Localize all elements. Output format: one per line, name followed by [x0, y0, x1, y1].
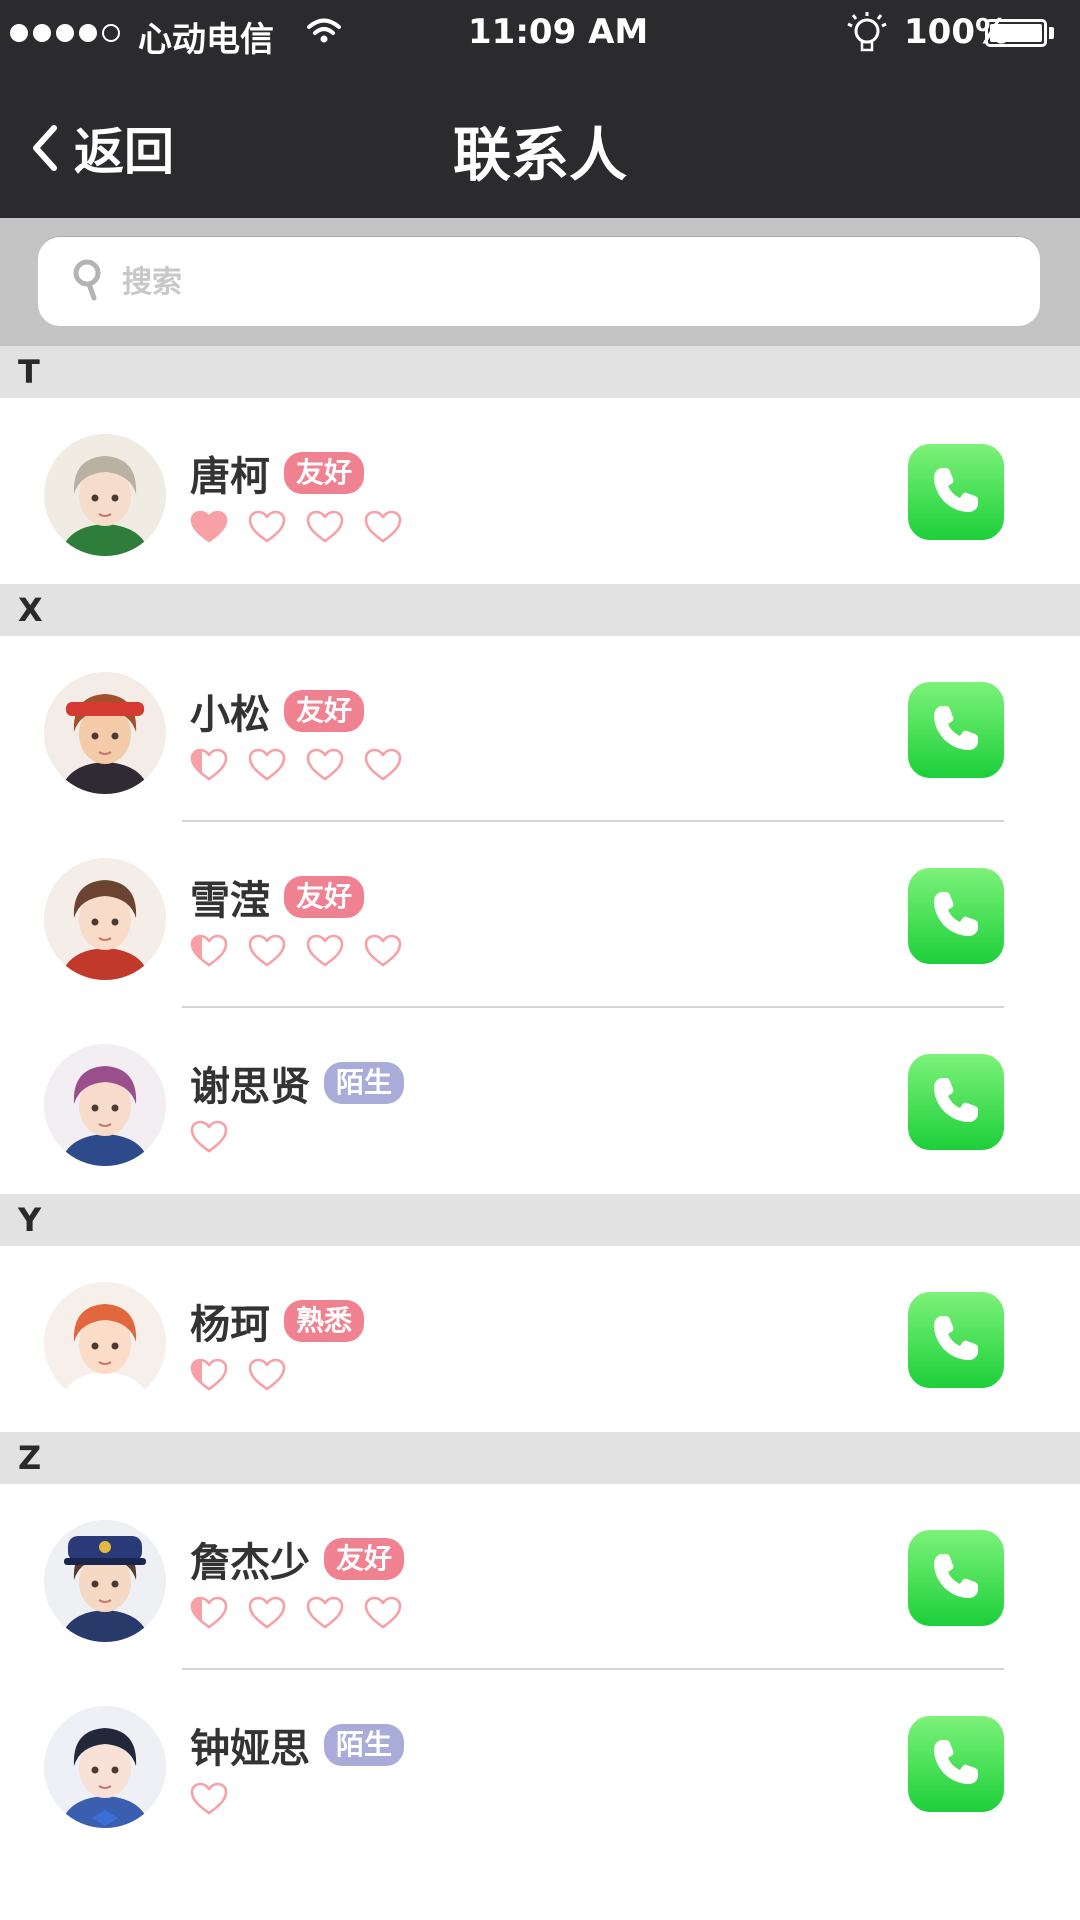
section-header-z: Z [0, 1432, 1080, 1484]
relationship-badge: 友好 [284, 452, 365, 494]
avatar[interactable] [44, 858, 166, 980]
battery-icon [985, 19, 1047, 47]
section-header-y: Y [0, 1194, 1080, 1246]
search-bar [0, 218, 1080, 346]
affection-hearts [190, 510, 402, 548]
affection-hearts [190, 934, 402, 972]
heart-empty-icon [364, 748, 402, 786]
contact-name-line: 小松 友好 [190, 682, 365, 740]
contact-name: 小松 [190, 692, 270, 738]
section-header-x: X [0, 584, 1080, 636]
status-bar: 心动电信 11:09 AM 100% [0, 0, 1080, 68]
contact-name: 钟娅思 [190, 1726, 310, 1772]
heart-half-icon [190, 748, 228, 786]
affection-hearts [190, 1596, 402, 1634]
heart-empty-icon [248, 748, 286, 786]
affection-hearts [190, 1358, 286, 1396]
contact-name-line: 詹杰少 友好 [190, 1530, 405, 1588]
battery-tip [1049, 27, 1054, 39]
phone-icon [928, 700, 984, 760]
contact-row[interactable]: 小松 友好 [0, 636, 1080, 822]
heart-empty-icon [364, 510, 402, 548]
heart-empty-icon [248, 510, 286, 548]
heart-half-icon [190, 1358, 228, 1396]
relationship-badge: 陌生 [324, 1062, 405, 1104]
signal-strength-icon [10, 24, 120, 42]
search-input[interactable] [120, 236, 1004, 328]
call-button[interactable] [908, 1530, 1004, 1626]
call-button[interactable] [908, 682, 1004, 778]
avatar[interactable] [44, 434, 166, 556]
contact-name-line: 谢思贤 陌生 [190, 1054, 405, 1112]
heart-half-icon [190, 934, 228, 972]
contact-name: 雪滢 [190, 878, 270, 924]
page-title: 联系人 [452, 121, 627, 189]
phone-icon [928, 1310, 984, 1370]
heart-empty-icon [306, 934, 344, 972]
avatar[interactable] [44, 1706, 166, 1828]
relationship-badge: 陌生 [324, 1724, 405, 1766]
heart-empty-icon [190, 1782, 228, 1820]
search-box[interactable] [38, 236, 1040, 328]
contact-name-line: 钟娅思 陌生 [190, 1716, 405, 1774]
call-button[interactable] [908, 1716, 1004, 1812]
lightbulb-icon [847, 12, 887, 52]
phone-icon [928, 886, 984, 946]
call-button[interactable] [908, 1054, 1004, 1150]
avatar[interactable] [44, 1520, 166, 1642]
contact-row[interactable]: 唐柯 友好 [0, 398, 1080, 584]
relationship-badge: 熟悉 [284, 1300, 365, 1342]
call-button[interactable] [908, 868, 1004, 964]
heart-empty-icon [190, 1120, 228, 1158]
relationship-badge: 友好 [284, 690, 365, 732]
affection-hearts [190, 748, 402, 786]
relationship-badge: 友好 [324, 1538, 405, 1580]
contact-name: 唐柯 [190, 454, 270, 500]
call-button[interactable] [908, 1292, 1004, 1388]
carrier-name: 心动电信 [138, 20, 274, 60]
avatar[interactable] [44, 672, 166, 794]
section-header-t: T [0, 346, 1080, 398]
heart-empty-icon [306, 748, 344, 786]
heart-empty-icon [364, 934, 402, 972]
contact-row[interactable]: 钟娅思 陌生 [0, 1670, 1080, 1856]
contact-row[interactable]: 杨珂 熟悉 [0, 1246, 1080, 1432]
affection-hearts [190, 1782, 228, 1820]
heart-empty-icon [306, 1596, 344, 1634]
call-button[interactable] [908, 444, 1004, 540]
phone-icon [928, 1548, 984, 1608]
contact-name: 杨珂 [190, 1302, 270, 1348]
phone-icon [928, 1072, 984, 1132]
contact-name: 詹杰少 [190, 1540, 310, 1586]
wifi-icon [307, 18, 341, 43]
clock: 11:09 AM [468, 12, 649, 52]
contact-row[interactable]: 谢思贤 陌生 [0, 1008, 1080, 1194]
relationship-badge: 友好 [284, 876, 365, 918]
heart-empty-icon [248, 1358, 286, 1396]
search-icon [73, 259, 101, 301]
heart-half-icon [190, 1596, 228, 1634]
contact-list: T 唐柯 友好 X 小松 友好 雪滢 友好 谢思贤 陌生 Y 杨珂 熟悉 Z 詹… [0, 346, 1080, 1856]
affection-hearts [190, 1120, 228, 1158]
contact-name-line: 杨珂 熟悉 [190, 1292, 365, 1350]
contact-name-line: 唐柯 友好 [190, 444, 365, 502]
contact-row[interactable]: 詹杰少 友好 [0, 1484, 1080, 1670]
heart-full-icon [190, 510, 228, 548]
contact-name: 谢思贤 [190, 1064, 310, 1110]
phone-icon [928, 462, 984, 522]
contact-row[interactable]: 雪滢 友好 [0, 822, 1080, 1008]
header-bar: 心动电信 11:09 AM 100% 返回 联系人 [0, 0, 1080, 218]
contact-name-line: 雪滢 友好 [190, 868, 365, 926]
avatar[interactable] [44, 1044, 166, 1166]
heart-empty-icon [248, 934, 286, 972]
heart-empty-icon [248, 1596, 286, 1634]
avatar[interactable] [44, 1282, 166, 1404]
phone-icon [928, 1734, 984, 1794]
heart-empty-icon [306, 510, 344, 548]
heart-empty-icon [364, 1596, 402, 1634]
